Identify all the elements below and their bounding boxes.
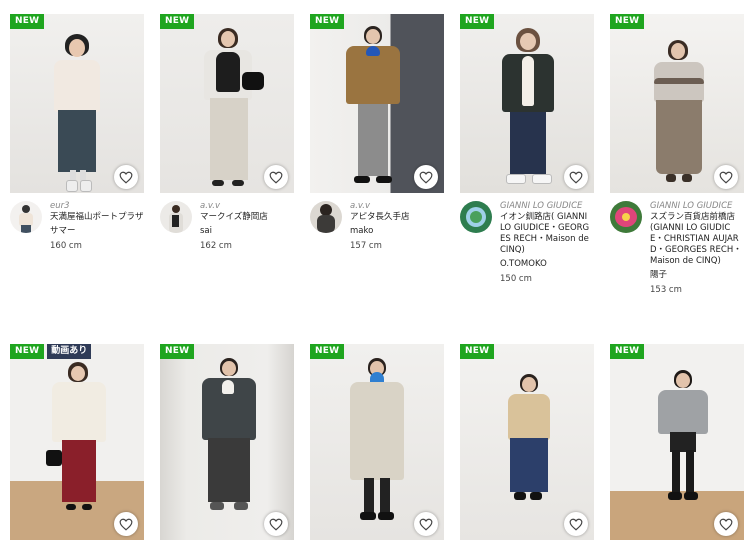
coordinate-card[interactable]: NEW 動画あり [10, 344, 144, 540]
coordinate-photo[interactable]: NEW [460, 14, 594, 193]
model-figure [346, 358, 408, 532]
coordinate-card[interactable]: NEW [310, 344, 444, 540]
staff-name[interactable]: サマー [50, 226, 144, 237]
favorite-button[interactable] [564, 512, 588, 536]
staff-avatar[interactable] [160, 201, 192, 233]
favorite-button[interactable] [114, 165, 138, 189]
coordinate-photo[interactable]: NEW [460, 344, 594, 540]
new-badge: NEW [460, 344, 495, 359]
favorite-button[interactable] [714, 165, 738, 189]
staff-name[interactable]: mako [350, 226, 444, 237]
heart-outline-icon [569, 171, 583, 184]
coordinate-photo[interactable]: NEW [610, 344, 744, 540]
model-figure [198, 358, 260, 532]
brand-name[interactable]: GIANNI LO GIUDICE [650, 201, 744, 211]
staff-height: 157 cm [350, 241, 382, 251]
new-badge: NEW [160, 14, 195, 29]
favorite-button[interactable] [264, 165, 288, 189]
staff-height: 160 cm [50, 241, 82, 251]
favorite-button[interactable] [564, 165, 588, 189]
heart-outline-icon [269, 171, 283, 184]
coordinate-card[interactable]: NEW a.v.v マークイズ静岡店 sai 162 cm [160, 14, 294, 311]
staff-avatar[interactable] [460, 201, 492, 233]
video-badge: 動画あり [47, 344, 92, 359]
coordinate-card[interactable]: NEW GIANNI LO GIUDICE スズラン百貨店前橋店(GIANNI … [610, 14, 744, 311]
staff-name[interactable]: O.TOMOKO [500, 259, 594, 270]
model-figure [342, 26, 404, 193]
staff-name[interactable]: sai [200, 226, 294, 237]
model-figure [506, 374, 552, 532]
favorite-button[interactable] [414, 165, 438, 189]
coordinate-card[interactable]: NEW eur3 天満屋福山ポートプラザ サマー 160 cm [10, 14, 144, 311]
shop-name[interactable]: イオン釧路店( GIANNI LO GIUDICE・GEORGES RECH・M… [500, 212, 594, 256]
new-badge: NEW [10, 344, 45, 359]
brand-name[interactable]: a.v.v [350, 201, 444, 211]
model-figure [654, 370, 712, 532]
favorite-button[interactable] [114, 512, 138, 536]
coordinate-card[interactable]: NEW [160, 344, 294, 540]
coordinate-photo[interactable]: NEW [310, 14, 444, 193]
brand-name[interactable]: GIANNI LO GIUDICE [500, 201, 594, 211]
staff-height: 162 cm [200, 241, 232, 251]
new-badge: NEW [160, 344, 195, 359]
coordinate-photo[interactable]: NEW 動画あり [10, 344, 144, 540]
model-figure [496, 28, 560, 193]
coordinate-card[interactable]: NEW [610, 344, 744, 540]
staff-avatar[interactable] [310, 201, 342, 233]
staff-height: 150 cm [500, 274, 532, 284]
heart-outline-icon [119, 518, 133, 531]
staff-avatar[interactable] [10, 201, 42, 233]
heart-outline-icon [419, 171, 433, 184]
staff-avatar[interactable] [610, 201, 642, 233]
model-figure [46, 362, 108, 532]
shop-name[interactable]: スズラン百貨店前橋店(GIANNI LO GIUDICE・CHRISTIAN A… [650, 212, 744, 267]
new-badge: NEW [610, 344, 645, 359]
coordinate-card[interactable]: NEW a.v.v アピタ長久手店 mako 157 cm [310, 14, 444, 311]
heart-outline-icon [569, 518, 583, 531]
staff-name[interactable]: 陽子 [650, 270, 744, 281]
coordinate-photo[interactable]: NEW [310, 344, 444, 540]
heart-outline-icon [269, 518, 283, 531]
coordinate-card[interactable]: NEW GIANNI LO GIUDICE イオン釧路店( GIANNI LO … [460, 14, 594, 311]
coordinate-photo[interactable]: NEW [610, 14, 744, 193]
coordinate-grid: NEW eur3 天満屋福山ポートプラザ サマー 160 cm NEW a.v.… [0, 0, 753, 540]
favorite-button[interactable] [714, 512, 738, 536]
heart-outline-icon [719, 171, 733, 184]
model-figure [650, 40, 708, 193]
coordinate-photo[interactable]: NEW [160, 344, 294, 540]
favorite-button[interactable] [414, 512, 438, 536]
model-figure [198, 28, 264, 193]
new-badge: NEW [460, 14, 495, 29]
shop-name[interactable]: マークイズ静岡店 [200, 212, 294, 223]
new-badge: NEW [310, 344, 345, 359]
model-figure [50, 34, 104, 193]
favorite-button[interactable] [264, 512, 288, 536]
shop-name[interactable]: 天満屋福山ポートプラザ [50, 212, 144, 223]
brand-name[interactable]: eur3 [50, 201, 144, 211]
heart-outline-icon [719, 518, 733, 531]
coordinate-card[interactable]: NEW [460, 344, 594, 540]
shop-name[interactable]: アピタ長久手店 [350, 212, 444, 223]
new-badge: NEW [610, 14, 645, 29]
heart-outline-icon [419, 518, 433, 531]
coordinate-photo[interactable]: NEW [160, 14, 294, 193]
new-badge: NEW [10, 14, 45, 29]
heart-outline-icon [119, 171, 133, 184]
new-badge: NEW [310, 14, 345, 29]
coordinate-photo[interactable]: NEW [10, 14, 144, 193]
staff-height: 153 cm [650, 285, 682, 295]
brand-name[interactable]: a.v.v [200, 201, 294, 211]
